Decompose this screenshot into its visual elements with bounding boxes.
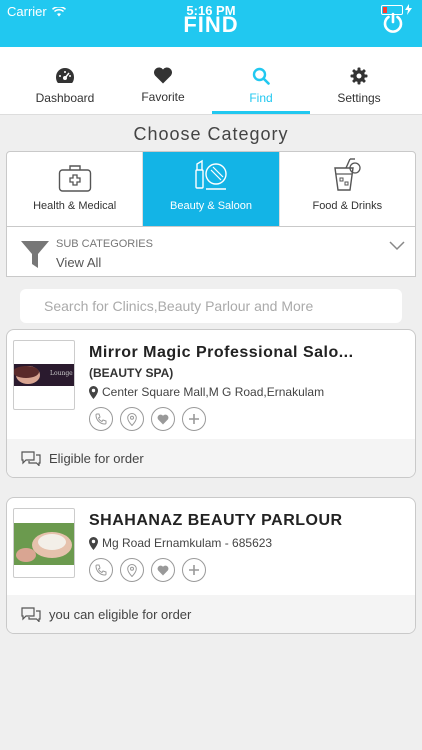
- phone-icon: [95, 413, 107, 425]
- tab-label: Dashboard: [35, 91, 95, 105]
- location-pin-icon: [89, 536, 98, 550]
- chevron-down-icon: [389, 241, 405, 251]
- dashboard-icon: [56, 68, 74, 83]
- map-button[interactable]: [120, 407, 144, 431]
- page-title: FIND: [183, 12, 239, 37]
- map-button[interactable]: [120, 558, 144, 582]
- favorite-button[interactable]: [151, 558, 175, 582]
- tab-dashboard[interactable]: Dashboard: [16, 47, 114, 114]
- location-icon: [127, 563, 137, 577]
- address-text: Mg Road Ernamkulam - 685623: [102, 536, 273, 550]
- call-button[interactable]: [89, 558, 113, 582]
- power-icon[interactable]: [382, 12, 404, 34]
- category-selector: Health & Medical Beauty & Saloon Food & …: [6, 151, 416, 227]
- subcategory-dropdown[interactable]: SUB CATEGORIES View All: [6, 227, 416, 277]
- listing-name: Mirror Magic Professional Salo...: [89, 344, 354, 361]
- plus-icon: [189, 565, 199, 575]
- tab-label: Settings: [337, 91, 381, 105]
- filter-icon: [21, 241, 49, 268]
- category-food-drinks[interactable]: Food & Drinks: [280, 152, 415, 226]
- listing-actions: [89, 407, 206, 431]
- gear-icon: [350, 67, 368, 85]
- search-icon: [252, 67, 270, 85]
- listing-address: Center Square Mall,M G Road,Ernakulam: [89, 385, 324, 399]
- order-eligibility-text: you can eligible for order: [49, 606, 192, 622]
- heart-icon: [157, 414, 169, 424]
- category-health-medical[interactable]: Health & Medical: [7, 152, 144, 226]
- beauty-icon: [195, 159, 227, 190]
- listing-card[interactable]: Lounge Mirror Magic Professional Salo...…: [6, 329, 416, 478]
- tab-label: Favorite: [141, 90, 185, 104]
- tab-label: Find: [249, 91, 273, 105]
- call-button[interactable]: [89, 407, 113, 431]
- svg-text:Lounge: Lounge: [50, 370, 73, 377]
- drink-icon: [334, 158, 361, 191]
- chat-icon: [21, 606, 41, 622]
- plus-icon: [189, 414, 199, 424]
- listing-thumbnail: [13, 508, 75, 578]
- location-pin-icon: [89, 385, 98, 399]
- listing-name: SHAHANAZ BEAUTY PARLOUR: [89, 512, 343, 529]
- listing-category: (BEAUTY SPA): [89, 366, 174, 380]
- heart-icon: [157, 565, 169, 575]
- listing-address: Mg Road Ernamkulam - 685623: [89, 536, 272, 550]
- subcategory-value: View All: [56, 255, 102, 270]
- choose-category-title: Choose Category: [133, 124, 289, 144]
- listing-footer: you can eligible for order: [7, 595, 415, 633]
- listing-footer: Eligible for order: [7, 439, 415, 477]
- add-button[interactable]: [182, 407, 206, 431]
- search-input[interactable]: [20, 289, 402, 323]
- category-label: Food & Drinks: [312, 200, 383, 212]
- tab-find[interactable]: Find: [212, 47, 310, 114]
- tab-bar: Dashboard Favorite Find Settings: [0, 47, 422, 115]
- address-text: Center Square Mall,M G Road,Ernakulam: [102, 385, 325, 399]
- category-label: Health & Medical: [33, 200, 117, 212]
- medical-kit-icon: [58, 165, 91, 192]
- listing-thumbnail: Lounge: [13, 340, 75, 410]
- add-button[interactable]: [182, 558, 206, 582]
- favorite-button[interactable]: [151, 407, 175, 431]
- heart-icon: [154, 67, 172, 84]
- tab-favorite[interactable]: Favorite: [114, 47, 212, 114]
- listing-actions: [89, 558, 206, 582]
- header-bar: Carrier 5:16 PM FIND: [0, 0, 422, 47]
- listing-card[interactable]: SHAHANAZ BEAUTY PARLOUR Mg Road Ernamkul…: [6, 497, 416, 634]
- phone-icon: [95, 564, 107, 576]
- location-icon: [127, 412, 137, 426]
- category-label: Beauty & Saloon: [170, 200, 252, 212]
- order-eligibility-text: Eligible for order: [49, 450, 144, 466]
- tab-settings[interactable]: Settings: [310, 47, 408, 114]
- category-beauty-saloon[interactable]: Beauty & Saloon: [143, 152, 280, 226]
- chat-icon: [21, 450, 41, 466]
- subcategory-title: SUB CATEGORIES: [56, 238, 153, 250]
